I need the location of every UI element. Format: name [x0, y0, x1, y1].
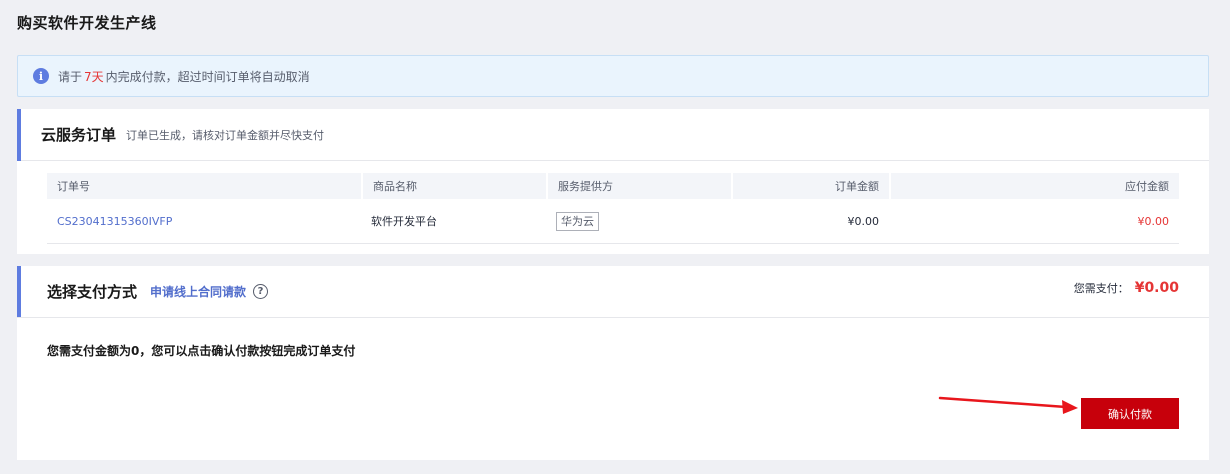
order-no-cell: CS23041315360IVFP: [47, 199, 361, 243]
payment-total-amount: ¥0.00: [1134, 280, 1179, 296]
column-header-order-amount: 订单金额: [731, 173, 889, 199]
column-header-payable-amount: 应付金额: [889, 173, 1179, 199]
confirm-payment-button[interactable]: 确认付款: [1081, 398, 1179, 429]
notice-banner: i 请于 7天 内完成付款，超过时间订单将自动取消: [17, 55, 1209, 97]
provider-cell: 华为云: [546, 199, 731, 243]
payment-card: 选择支付方式 申请线上合同请款 ? 您需支付： ¥0.00 您需支付金额为0，您…: [17, 266, 1209, 460]
order-table: 订单号 商品名称 服务提供方 订单金额 应付金额 CS23041315360IV…: [47, 173, 1179, 244]
column-header-product: 商品名称: [361, 173, 546, 199]
card-accent-bar: [17, 109, 21, 161]
page-title: 购买软件开发生产线: [17, 14, 157, 32]
payment-note: 您需支付金额为0，您可以点击确认付款按钮完成订单支付: [47, 344, 356, 358]
table-header: 订单号 商品名称 服务提供方 订单金额 应付金额: [47, 173, 1179, 199]
order-no-link[interactable]: CS23041315360IVFP: [57, 215, 172, 228]
table-row: CS23041315360IVFP 软件开发平台 华为云 ¥0.00 ¥0.00: [47, 199, 1179, 244]
notice-days: 7天: [84, 69, 104, 84]
notice-suffix: 内完成付款，超过时间订单将自动取消: [105, 69, 310, 84]
contract-request-link[interactable]: 申请线上合同请款: [150, 283, 246, 300]
payment-section-title: 选择支付方式: [47, 283, 138, 301]
order-amount-cell: ¥0.00: [847, 214, 880, 228]
column-header-order-no: 订单号: [57, 180, 90, 193]
payment-total-label: 您需支付：: [1073, 282, 1129, 295]
order-card-header: 云服务订单 订单已生成，请核对订单金额并尽快支付: [17, 109, 1209, 161]
notice-prefix: 请于: [58, 69, 83, 84]
info-icon: i: [33, 68, 49, 84]
product-name-cell: 软件开发平台: [371, 215, 437, 228]
order-card: 云服务订单 订单已生成，请核对订单金额并尽快支付 订单号 商品名称 服务提供方 …: [17, 109, 1209, 254]
column-header-provider: 服务提供方: [546, 173, 731, 199]
payment-card-header: 选择支付方式 申请线上合同请款 ? 您需支付： ¥0.00: [17, 266, 1209, 318]
payable-amount-cell: ¥0.00: [1137, 214, 1170, 228]
order-section-title: 云服务订单: [41, 126, 117, 144]
annotation-arrow-icon: [938, 396, 1078, 414]
provider-tag: 华为云: [556, 211, 599, 231]
payment-total: 您需支付： ¥0.00: [1074, 280, 1179, 296]
help-icon[interactable]: ?: [253, 284, 269, 299]
order-section-subtitle: 订单已生成，请核对订单金额并尽快支付: [126, 128, 325, 142]
